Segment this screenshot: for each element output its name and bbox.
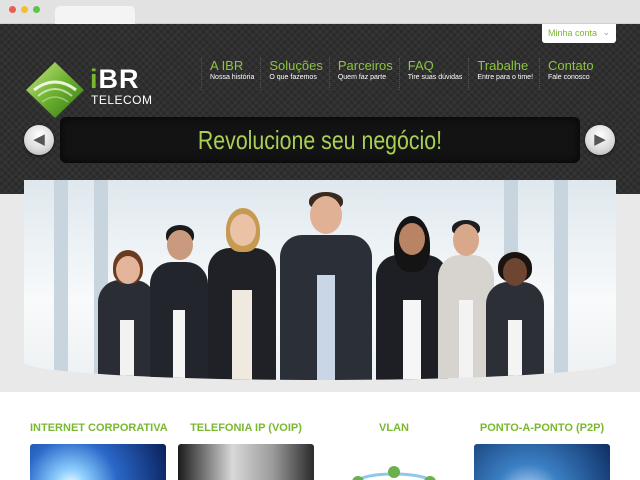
- service-card-internet[interactable]: INTERNET CORPORATIVA: [30, 422, 168, 480]
- logo-wordmark: iBR: [90, 64, 140, 95]
- person-shirt: [120, 320, 134, 380]
- service-title: VLAN: [379, 422, 409, 434]
- person-head: [453, 224, 479, 256]
- logo-letter-i: i: [90, 64, 99, 94]
- nav-subtitle: Entre para o time!: [477, 74, 534, 81]
- service-title: PONTO-A-PONTO (P2P): [479, 422, 605, 434]
- service-card-vlan[interactable]: VLAN: [326, 422, 462, 480]
- nav-item-contato[interactable]: Contato Fale conosco: [539, 58, 600, 90]
- slider-headline: Revolucione seu negócio!: [197, 125, 443, 155]
- services-section: INTERNET CORPORATIVA TELEFONIA IP (VOIP)…: [0, 392, 640, 480]
- nav-subtitle: Quem faz parte: [337, 74, 387, 81]
- main-nav: A IBR Nossa história Soluções O que faze…: [201, 58, 600, 96]
- arrow-left-icon: ◀: [33, 131, 45, 148]
- logo-tagline: TELECOM: [91, 93, 153, 107]
- person-shirt: [459, 300, 473, 380]
- browser-window: iBR TELECOM Minha conta ⌄ A IBR Nossa hi…: [0, 0, 640, 480]
- window-frame: [554, 180, 568, 380]
- person-figure: [482, 252, 548, 380]
- service-image: [326, 444, 462, 480]
- service-card-p2p[interactable]: PONTO-A-PONTO (P2P): [474, 422, 610, 480]
- nav-subtitle: Nossa história: [210, 74, 255, 81]
- account-label: Minha conta: [548, 28, 598, 38]
- window-frame: [54, 180, 68, 380]
- browser-tab[interactable]: [55, 6, 135, 24]
- nav-subtitle: Tire suas dúvidas: [407, 74, 463, 81]
- service-title: TELEFONIA IP (VOIP): [190, 422, 302, 434]
- site-header: iBR TELECOM Minha conta ⌄ A IBR Nossa hi…: [0, 24, 640, 194]
- nav-subtitle: O que fazemos: [269, 74, 317, 81]
- slider-next-button[interactable]: ▶: [585, 125, 615, 155]
- person-head: [310, 196, 342, 234]
- person-head: [399, 223, 425, 255]
- person-head: [167, 230, 193, 260]
- nav-title: Soluções: [269, 58, 323, 73]
- person-shirt: [173, 310, 185, 380]
- person-head: [503, 258, 527, 286]
- person-shirt: [508, 320, 522, 380]
- person-shirt: [232, 290, 252, 380]
- arrow-right-icon: ▶: [594, 131, 606, 148]
- person-head: [230, 214, 256, 246]
- nav-subtitle: Fale conosco: [548, 74, 590, 81]
- person-head: [116, 256, 140, 284]
- chevron-down-icon: ⌄: [602, 27, 610, 37]
- nav-title: FAQ: [407, 58, 434, 73]
- close-window-button[interactable]: [9, 6, 16, 13]
- nav-item-trabalhe[interactable]: Trabalhe Entre para o time!: [468, 58, 539, 90]
- nav-title: Parceiros: [337, 58, 393, 73]
- nav-title: Contato: [548, 58, 594, 73]
- nav-title: A IBR: [210, 58, 244, 73]
- person-shirt: [317, 275, 335, 380]
- hero-image: [24, 180, 616, 380]
- slider-banner: Revolucione seu negócio!: [60, 117, 580, 163]
- logo-letters-br: BR: [98, 64, 140, 94]
- person-figure: [202, 208, 282, 380]
- nav-item-a-ibr[interactable]: A IBR Nossa história: [201, 58, 260, 90]
- service-title: INTERNET CORPORATIVA: [30, 422, 168, 434]
- service-image: [30, 444, 166, 480]
- logo-mark-icon: [26, 62, 84, 118]
- account-dropdown[interactable]: Minha conta ⌄: [542, 24, 616, 43]
- slider-prev-button[interactable]: ◀: [24, 125, 54, 155]
- network-diagram-icon: [352, 466, 436, 480]
- minimize-window-button[interactable]: [21, 6, 28, 13]
- nav-item-parceiros[interactable]: Parceiros Quem faz parte: [328, 58, 399, 90]
- nav-item-solucoes[interactable]: Soluções O que fazemos: [260, 58, 328, 90]
- browser-chrome: [0, 0, 640, 24]
- person-shirt: [403, 300, 421, 380]
- maximize-window-button[interactable]: [33, 6, 40, 13]
- service-image: [178, 444, 314, 480]
- nav-title: Trabalhe: [477, 58, 529, 73]
- service-image: [474, 444, 610, 480]
- nav-item-faq[interactable]: FAQ Tire suas dúvidas: [398, 58, 469, 90]
- service-card-voip[interactable]: TELEFONIA IP (VOIP): [178, 422, 314, 480]
- person-figure: [276, 192, 376, 380]
